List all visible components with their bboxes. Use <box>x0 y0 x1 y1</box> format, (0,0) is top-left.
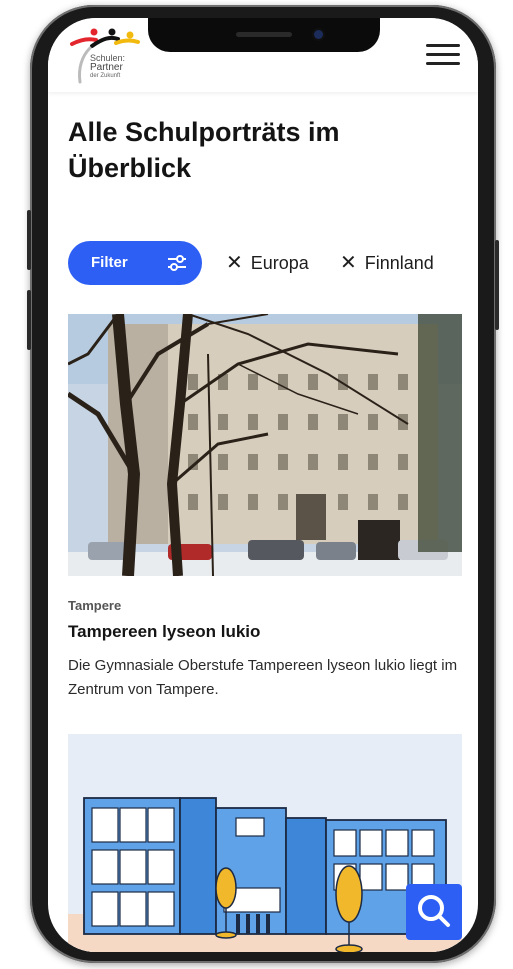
filter-chip-finnland[interactable]: ✕ Finnland <box>340 250 434 276</box>
phone-side-button <box>27 210 31 270</box>
chip-label: Finnland <box>364 253 434 273</box>
filter-label: Filter <box>91 254 128 271</box>
search-icon <box>418 895 450 927</box>
filter-chip-europa[interactable]: ✕ Europa <box>226 250 309 276</box>
sliders-icon <box>168 255 186 271</box>
close-icon[interactable]: ✕ <box>226 252 243 274</box>
title-line2: Überblick <box>68 153 192 183</box>
logo-line3: der Zukunft <box>90 73 121 79</box>
phone-notch <box>148 18 380 52</box>
phone-power-button <box>495 240 499 330</box>
logo-text: Schulen: Partner der Zukunft <box>90 54 125 81</box>
filter-button[interactable]: Filter <box>68 241 202 285</box>
title-line1: Alle Schulporträts im <box>68 117 340 147</box>
camera-icon <box>314 30 323 39</box>
site-logo[interactable]: Schulen: Partner der Zukunft <box>68 26 142 86</box>
menu-bar <box>426 62 460 65</box>
chip-label: Europa <box>250 253 309 273</box>
menu-bar <box>426 44 460 47</box>
phone-screen: Schulen: Partner der Zukunft Alle Schulp… <box>48 18 478 952</box>
card-location: Tampere <box>68 598 122 613</box>
school-photo[interactable] <box>68 314 462 576</box>
page-title: Alle Schulporträts im Überblick <box>68 114 428 186</box>
card-description: Die Gymnasiale Oberstufe Tampereen lyseo… <box>68 657 458 698</box>
speaker-grille <box>236 32 292 37</box>
school-illustration[interactable] <box>68 734 462 952</box>
menu-bar <box>426 53 460 56</box>
card-title[interactable]: Tampereen lyseon lukio <box>68 622 260 642</box>
phone-side-button <box>27 290 31 350</box>
school-building-photo <box>68 314 462 576</box>
logo-line2: Partner <box>90 62 123 73</box>
close-icon[interactable]: ✕ <box>340 252 357 274</box>
search-button[interactable] <box>406 884 462 940</box>
school-building-illustration <box>68 734 462 952</box>
hamburger-menu-icon[interactable] <box>426 44 460 68</box>
